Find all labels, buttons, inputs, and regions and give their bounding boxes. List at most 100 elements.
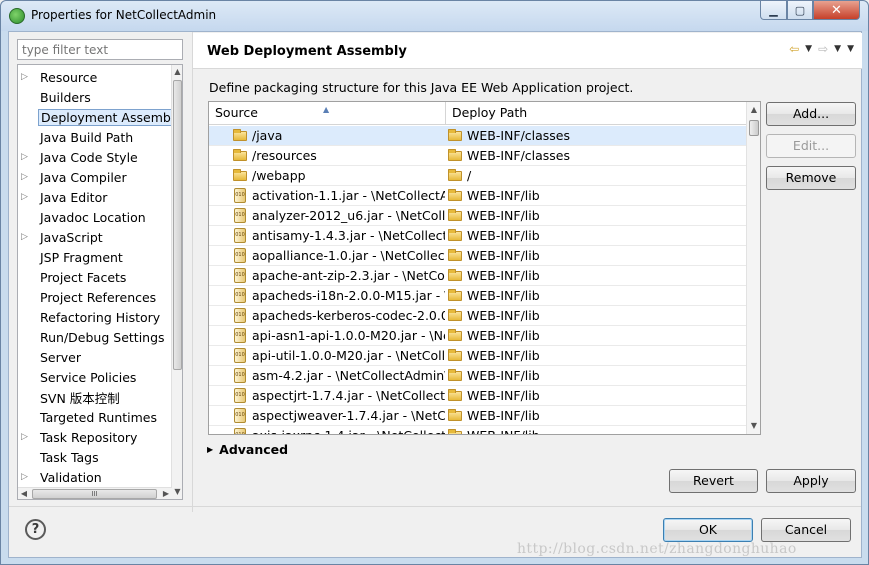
source-text: analyzer-2012_u6.jar - \NetCollectAdmin xyxy=(252,208,445,223)
scroll-thumb[interactable] xyxy=(173,80,182,370)
tree-item[interactable]: Project Facets xyxy=(18,267,173,287)
tree-item[interactable]: ▷ Java Editor xyxy=(18,187,173,207)
advanced-section-toggle[interactable]: ▶ Advanced xyxy=(207,442,288,457)
table-row[interactable]: 010 aopalliance-1.0.jar - \NetCollectAdmi… xyxy=(209,246,747,266)
tree-item[interactable]: ▷ Java Compiler xyxy=(18,167,173,187)
expand-arrow-icon[interactable]: ▷ xyxy=(21,192,29,202)
scroll-thumb-horizontal[interactable]: III xyxy=(32,489,157,499)
scroll-thumb[interactable] xyxy=(749,120,759,136)
expand-arrow-icon[interactable]: ▷ xyxy=(21,432,29,442)
remove-button[interactable]: Remove xyxy=(766,166,856,190)
view-menu-icon[interactable]: ▼ xyxy=(847,44,854,54)
column-deploy-path[interactable]: Deploy Path xyxy=(446,102,747,125)
expand-arrow-icon[interactable]: ▷ xyxy=(21,152,29,162)
tree-item-label: Java Compiler xyxy=(40,169,127,185)
tree-item-label: Task Tags xyxy=(40,449,99,465)
expand-arrow-icon[interactable]: ▷ xyxy=(21,472,29,482)
forward-arrow-icon[interactable]: ⇨ xyxy=(818,42,828,56)
back-dropdown-icon[interactable]: ▼ xyxy=(805,44,812,54)
edit-button[interactable]: Edit... xyxy=(766,134,856,158)
tree-item[interactable]: SVN 版本控制 xyxy=(18,387,173,407)
tree-item[interactable]: ▷ Task Repository xyxy=(18,427,173,447)
tree-item[interactable]: Targeted Runtimes xyxy=(18,407,173,427)
source-cell: 010 apacheds-i18n-2.0.0-M15.jar - \NetCol… xyxy=(231,286,445,306)
tree-item[interactable]: ▷ JavaScript xyxy=(18,227,173,247)
ok-button[interactable]: OK xyxy=(663,518,753,542)
tree-item[interactable]: Task Tags xyxy=(18,447,173,467)
title-bar[interactable]: Properties for NetCollectAdmin xyxy=(1,1,868,31)
forward-dropdown-icon[interactable]: ▼ xyxy=(834,44,841,54)
deploy-path-text: WEB-INF/lib xyxy=(467,248,540,263)
expand-arrow-icon[interactable]: ▷ xyxy=(21,172,29,182)
source-text: api-util-1.0.0-M20.jar - \NetCollectAdmi… xyxy=(252,348,445,363)
table-row[interactable]: 010 activation-1.1.jar - \NetCollectAdmin… xyxy=(209,186,747,206)
table-row[interactable]: /java WEB-INF/classes xyxy=(209,126,747,146)
tree-horizontal-scrollbar[interactable]: ◀ III ▶ xyxy=(18,487,172,499)
revert-button[interactable]: Revert xyxy=(669,469,758,493)
source-text: /resources xyxy=(252,148,317,163)
table-row[interactable]: 010 asm-4.2.jar - \NetCollectAdmin\webapp… xyxy=(209,366,747,386)
tree-item-label: Project Facets xyxy=(40,269,127,285)
table-row[interactable]: 010 antisamy-1.4.3.jar - \NetCollectAdmin… xyxy=(209,226,747,246)
scroll-up-arrow-icon[interactable]: ▲ xyxy=(747,102,760,118)
expand-arrow-icon[interactable]: ▷ xyxy=(21,72,29,82)
tree-item-label: Deployment Assembly xyxy=(38,108,182,126)
deploy-path-text: WEB-INF/lib xyxy=(467,208,540,223)
table-row[interactable]: 010 axis-jaxrpc-1.4.jar - \NetCollectAdmi… xyxy=(209,426,747,434)
tree-item-label: Service Policies xyxy=(40,369,137,385)
minimize-button[interactable]: ▁ xyxy=(760,1,787,20)
filter-input[interactable] xyxy=(17,39,183,60)
tree-item-label: Java Editor xyxy=(40,189,108,205)
tree-item[interactable]: ▷ Java Code Style xyxy=(18,147,173,167)
page-description: Define packaging structure for this Java… xyxy=(209,80,634,95)
table-row[interactable]: 010 api-util-1.0.0-M20.jar - \NetCollectA… xyxy=(209,346,747,366)
tree-item-label: Javadoc Location xyxy=(40,209,146,225)
divider xyxy=(192,32,193,512)
tree-item[interactable]: Server xyxy=(18,347,173,367)
scroll-right-arrow-icon[interactable]: ▶ xyxy=(160,488,172,499)
tree-item[interactable]: ▷ Validation xyxy=(18,467,173,487)
table-row[interactable]: 010 apache-ant-zip-2.3.jar - \NetCollectA… xyxy=(209,266,747,286)
deploy-path-text: WEB-INF/lib xyxy=(467,328,540,343)
table-vertical-scrollbar[interactable]: ▲ ▼ xyxy=(746,102,760,434)
tree-item[interactable]: Service Policies xyxy=(18,367,173,387)
scroll-down-arrow-icon[interactable]: ▼ xyxy=(747,418,760,434)
scroll-up-arrow-icon[interactable]: ▲ xyxy=(172,65,182,79)
deploy-path-text: / xyxy=(467,168,472,183)
table-row[interactable]: /resources WEB-INF/classes xyxy=(209,146,747,166)
deploy-path-cell: WEB-INF/lib xyxy=(446,406,746,426)
maximize-button[interactable]: ▢ xyxy=(787,1,813,20)
folder-icon xyxy=(448,129,462,141)
table-row[interactable]: 010 analyzer-2012_u6.jar - \NetCollectAdm… xyxy=(209,206,747,226)
table-row[interactable]: 010 aspectjrt-1.7.4.jar - \NetCollectAdmi… xyxy=(209,386,747,406)
table-row[interactable]: /webapp / xyxy=(209,166,747,186)
apply-button[interactable]: Apply xyxy=(766,469,856,493)
tree-item[interactable]: Run/Debug Settings xyxy=(18,327,173,347)
scroll-left-arrow-icon[interactable]: ◀ xyxy=(18,488,30,499)
close-button[interactable]: ✕ xyxy=(813,1,860,20)
tree-item[interactable]: Deployment Assembly xyxy=(18,107,182,127)
table-row[interactable]: 010 api-asn1-api-1.0.0-M20.jar - \NetColl… xyxy=(209,326,747,346)
tree-item[interactable]: Builders xyxy=(18,87,173,107)
tree-item[interactable]: Refactoring History xyxy=(18,307,173,327)
table-row[interactable]: 010 apacheds-kerberos-codec-2.0.0-M15.jar… xyxy=(209,306,747,326)
expand-arrow-icon[interactable]: ▷ xyxy=(21,232,29,242)
scroll-down-arrow-icon[interactable]: ▼ xyxy=(172,485,182,499)
table-row[interactable]: 010 apacheds-i18n-2.0.0-M15.jar - \NetCol… xyxy=(209,286,747,306)
source-text: aopalliance-1.0.jar - \NetCollectAdmin xyxy=(252,248,445,263)
jar-icon: 010 xyxy=(234,408,246,423)
tree-item[interactable]: Java Build Path xyxy=(18,127,173,147)
add-button[interactable]: Add... xyxy=(766,102,856,126)
tree-vertical-scrollbar[interactable]: ▲ ▼ xyxy=(171,65,182,499)
column-source[interactable]: Source ▲ xyxy=(209,102,446,125)
tree-item[interactable]: ▷ Resource xyxy=(18,67,173,87)
tree-item-label: Validation xyxy=(40,469,102,485)
help-icon[interactable]: ? xyxy=(25,519,46,540)
table-row[interactable]: 010 aspectjweaver-1.7.4.jar - \NetCollect… xyxy=(209,406,747,426)
source-text: activation-1.1.jar - \NetCollectAdmin xyxy=(252,188,445,203)
tree-item[interactable]: Project References xyxy=(18,287,173,307)
tree-item[interactable]: Javadoc Location xyxy=(18,207,173,227)
cancel-button[interactable]: Cancel xyxy=(761,518,851,542)
back-arrow-icon[interactable]: ⇦ xyxy=(789,42,799,56)
tree-item[interactable]: JSP Fragment xyxy=(18,247,173,267)
